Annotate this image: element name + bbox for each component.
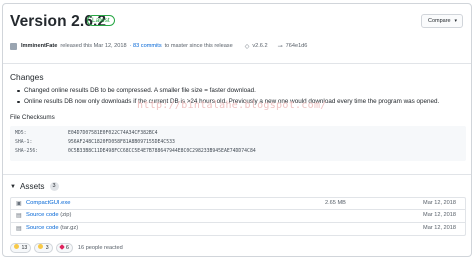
- checksum-block: MD5: E04D7D07581E0F022C74A34CF382BC4 SHA-…: [10, 126, 466, 161]
- reaction-summary: 16 people reacted: [77, 244, 123, 251]
- release-header: Version 2.6.2 Latest Compare ▾ ImminentF…: [3, 4, 471, 64]
- compare-button[interactable]: Compare ▾: [421, 14, 463, 28]
- asset-row: ▤ Source code (tar.gz) Mar 12, 2018: [10, 223, 466, 236]
- asset-link[interactable]: CompactGUI.exe: [26, 200, 70, 206]
- list-item: Changed online results DB to be compress…: [17, 85, 439, 96]
- reaction-thumbs-up-button[interactable]: 13: [10, 242, 32, 253]
- asset-date: Mar 12, 2018: [423, 200, 456, 206]
- compare-label: Compare: [428, 18, 451, 24]
- reactions-bar: 13 3 6 16 people reacted: [10, 242, 123, 253]
- asset-size: 2.65 MB: [325, 200, 346, 206]
- commit-icon: ⊸: [277, 43, 283, 50]
- reaction-laugh-button[interactable]: 3: [34, 242, 53, 253]
- release-card: Version 2.6.2 Latest Compare ▾ ImminentF…: [2, 3, 472, 257]
- asset-link[interactable]: Source code (tar.gz): [26, 225, 78, 231]
- changes-heading: Changes: [10, 72, 44, 82]
- author-link[interactable]: ImminentFate: [21, 43, 57, 49]
- chevron-down-icon: ▾: [454, 18, 457, 24]
- assets-count-badge: 3: [49, 182, 59, 191]
- file-zip-icon: ▤: [16, 213, 22, 219]
- checksums-heading: File Checksums: [10, 114, 55, 121]
- checksum-row-md5: MD5: E04D7D07581E0F022C74A34CF382BC4: [15, 131, 158, 139]
- checksum-label: SHA-1:: [15, 140, 33, 145]
- checksum-row-sha256: SHA-256: 0C5B33B8C11DE498FCC68CC5E4E7B788…: [15, 149, 256, 157]
- commit-link[interactable]: 764e1d6: [286, 43, 308, 49]
- release-meta: ImminentFate released this Mar 12, 2018 …: [10, 41, 307, 51]
- checksum-label: SHA-256:: [15, 149, 39, 154]
- asset-list: ▣ CompactGUI.exe 2.65 MB Mar 12, 2018 ▤ …: [10, 197, 466, 236]
- asset-row: ▣ CompactGUI.exe 2.65 MB Mar 12, 2018: [10, 197, 466, 210]
- divider: [3, 174, 471, 175]
- checksum-label: MD5:: [15, 131, 27, 136]
- checksum-value: 956AF248C1820FD058F81A8B097155DE4C533: [68, 140, 175, 145]
- watermark: http://bintalahe.blogspot.com/: [137, 100, 327, 111]
- released-text: released this Mar 12, 2018: [60, 43, 127, 49]
- heart-icon: [58, 244, 65, 250]
- checksum-value: 0C5B33B8C11DE498FCC68CC5E4E7B788647944E8…: [68, 149, 256, 154]
- triangle-down-icon: ▼: [10, 183, 16, 190]
- file-zip-icon: ▤: [16, 226, 22, 232]
- asset-link[interactable]: Source code (zip): [26, 212, 71, 218]
- commits-suffix: to master since this release: [164, 43, 233, 49]
- laugh-icon: [38, 244, 44, 249]
- asset-date: Mar 12, 2018: [423, 225, 456, 231]
- package-icon: ▣: [16, 201, 22, 207]
- tag-link[interactable]: v2.6.2: [252, 43, 267, 49]
- tag-icon: ◇: [244, 43, 250, 50]
- thumbs-up-icon: [14, 244, 19, 249]
- commits-link[interactable]: · 83 commits: [130, 43, 162, 49]
- asset-row: ▤ Source code (zip) Mar 12, 2018: [10, 210, 466, 223]
- assets-heading: Assets: [19, 182, 45, 191]
- avatar[interactable]: [10, 42, 17, 50]
- reaction-heart-button[interactable]: 6: [55, 242, 73, 253]
- checksum-row-sha1: SHA-1: 956AF248C1820FD058F81A8B097155DE4C…: [15, 140, 175, 148]
- latest-badge: Latest: [87, 15, 115, 26]
- assets-toggle[interactable]: ▼ Assets 3: [10, 182, 59, 191]
- asset-date: Mar 12, 2018: [423, 212, 456, 218]
- checksum-value: E04D7D07581E0F022C74A34CF382BC4: [68, 131, 158, 136]
